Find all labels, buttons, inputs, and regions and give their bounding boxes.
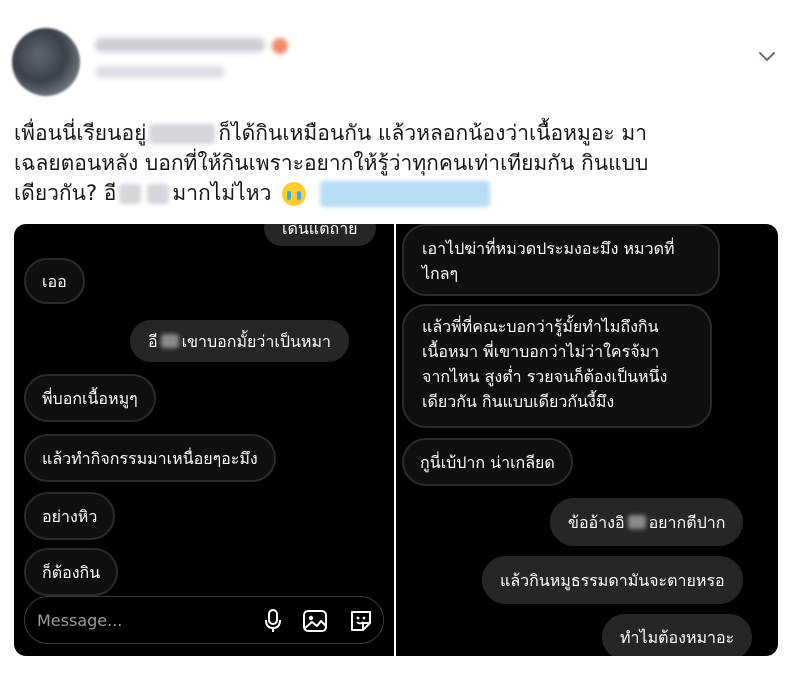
redacted-text — [627, 515, 646, 529]
redacted-text — [119, 184, 142, 204]
sent-message: อี เขาบอกมั้ยว่าเป็นหมา — [130, 320, 349, 362]
message-text: เดินแต่ถ้าย — [282, 224, 358, 238]
microphone-icon[interactable] — [259, 607, 287, 635]
tweet-line-2: เฉลยตอนหลัง บอกที่ให้กินเพราะอยากให้รู้ว… — [14, 148, 794, 178]
sent-message: ข้ออ้างอิ อยากตีปาก — [550, 498, 744, 546]
tweet-line-3: เดียวกัน? อี มากไม่ไหว — [14, 178, 794, 208]
tweet-text: เพื่อนนี่เรียนอยู่ ก็ได้กินเหมือนกัน แล้ว… — [14, 118, 794, 208]
redacted-link[interactable] — [319, 181, 490, 207]
message-text: แล้วพี่ที่คณะบอกว่ารู้มั้ยทำไมถึงกิน — [422, 317, 659, 336]
dm-screenshot-right: เอาไปฆ่าที่หมวดประมงอะมึง หมวดที่ ไกลๆ แ… — [396, 224, 778, 656]
image-icon[interactable] — [301, 607, 329, 635]
redacted-text — [147, 184, 170, 204]
tweet-text-segment: เฉลยตอนหลัง บอกที่ให้กินเพราะอยากให้รู้ว… — [14, 151, 649, 175]
received-message: เออ — [24, 258, 85, 304]
message-text: เนื้อหมา พี่เขาบอกว่าไม่ว่าใครจ้มา — [422, 342, 660, 361]
message-text: เออ — [42, 271, 67, 291]
message-text: อี — [148, 331, 158, 351]
message-text: เขาบอกมั้ยว่าเป็นหมา — [181, 331, 331, 351]
avatar[interactable] — [12, 28, 80, 96]
chevron-down-icon[interactable] — [756, 48, 778, 64]
tweet-line-1: เพื่อนนี่เรียนอยู่ ก็ได้กินเหมือนกัน แล้ว… — [14, 118, 794, 148]
sent-message: ทำไมต้องหมาอะ — [602, 614, 753, 656]
message-text: แล้วทำกิจกรรมมาเหนื่อยๆอะมึง — [42, 448, 258, 468]
received-message: แล้วพี่ที่คณะบอกว่ารู้มั้ยทำไมถึงกิน เนื… — [402, 304, 712, 428]
message-text: จากไหน สูงต่ำ รวยจนก็ต้องเป็นหนึ่ง — [422, 367, 668, 386]
message-composer[interactable] — [24, 596, 384, 644]
received-message: อย่างหิว — [24, 492, 116, 540]
sent-message: แล้วกินหมูธรรมดามันจะตายหรอ — [482, 556, 743, 604]
received-message: พี่บอกเนื้อหมูๆ — [24, 374, 156, 422]
message-text: อย่างหิว — [42, 506, 98, 526]
verified-badge-icon — [272, 38, 288, 54]
message-text: ข้ออ้างอิ — [568, 512, 625, 532]
message-text: เอาไปฆ่าที่หมวดประมงอะมึง หมวดที่ — [422, 239, 675, 258]
sticker-icon[interactable] — [347, 607, 375, 635]
message-text: ทำไมต้องหมาอะ — [620, 627, 735, 647]
crying-face-icon — [282, 182, 307, 206]
received-message: เอาไปฆ่าที่หมวดประมงอะมึง หมวดที่ ไกลๆ — [402, 224, 720, 296]
message-input[interactable] — [37, 609, 237, 631]
redacted-text — [149, 124, 216, 144]
display-name-redacted[interactable] — [95, 38, 265, 52]
received-message: ก็ต้องกิน — [24, 548, 119, 596]
sent-message: เดินแต่ถ้าย — [264, 224, 376, 246]
tweet-text-segment: ก็ได้กินเหมือนกัน แล้วหลอกน้องว่าเนื้อหม… — [218, 121, 648, 145]
received-message: กูนี่เบ้ปาก น่าเกลียด — [402, 438, 573, 486]
tweet-text-segment: เดียวกัน? อี — [14, 181, 117, 205]
dm-screenshot-left: เดินแต่ถ้าย เออ อี เขาบอกมั้ยว่าเป็นหมา พ… — [14, 224, 394, 656]
message-text: แล้วกินหมูธรรมดามันจะตายหรอ — [500, 570, 725, 590]
tweet-text-segment: มากไม่ไหว — [172, 181, 272, 205]
message-text: ก็ต้องกิน — [42, 562, 101, 582]
redacted-text — [160, 334, 179, 348]
username-redacted[interactable] — [95, 66, 225, 78]
message-text: อยากตีปาก — [648, 512, 726, 532]
message-text: ไกลๆ — [422, 264, 459, 283]
message-text: เดียวกัน กินแบบเดียวกันงี้มึง — [422, 392, 615, 411]
message-text: พี่บอกเนื้อหมูๆ — [42, 388, 138, 408]
received-message: แล้วทำกิจกรรมมาเหนื่อยๆอะมึง — [24, 434, 276, 482]
message-text: กูนี่เบ้ปาก น่าเกลียด — [420, 452, 555, 472]
tweet-text-segment: เพื่อนนี่เรียนอยู่ — [14, 121, 147, 145]
